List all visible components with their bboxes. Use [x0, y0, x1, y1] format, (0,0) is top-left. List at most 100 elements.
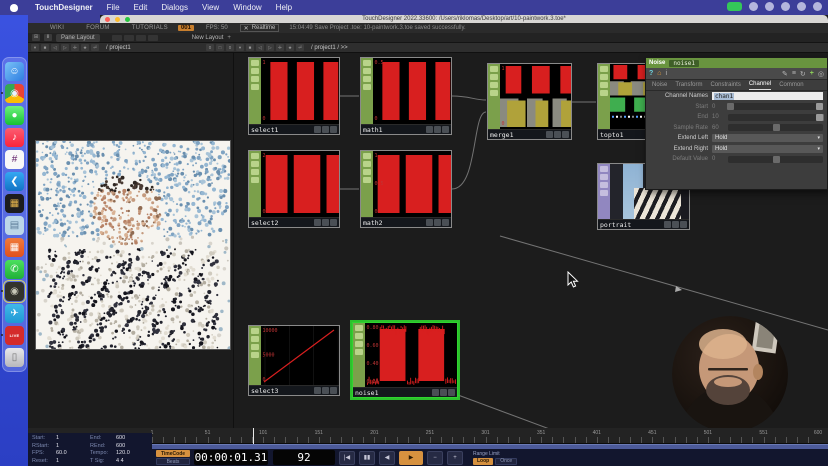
math1-viewer[interactable]: 0.50 — [373, 58, 451, 124]
realtime-toggle[interactable]: ✕ Realtime — [240, 24, 280, 32]
dock-finder[interactable]: ☺ — [5, 62, 24, 81]
bookmark-icon[interactable]: ★ — [286, 44, 294, 51]
dock-slack[interactable]: # — [5, 150, 24, 169]
save-layout-icon[interactable]: ⬇ — [44, 34, 52, 41]
user-icon[interactable] — [797, 2, 806, 11]
portrait-view-icon[interactable] — [664, 221, 671, 228]
pane-stop-icon[interactable]: ■ — [246, 44, 254, 51]
menu-dialogs[interactable]: Dialogs — [154, 3, 195, 12]
loop-button[interactable]: Loop — [473, 458, 493, 465]
select1-view-icon[interactable] — [314, 126, 321, 133]
param-dropdown[interactable]: Hold▾ — [712, 145, 823, 153]
target-icon[interactable]: ◎ — [818, 70, 824, 78]
noise1-expand-icon[interactable] — [448, 389, 455, 396]
math2-flags[interactable] — [361, 151, 373, 217]
param-slider[interactable] — [728, 114, 823, 121]
dock-grid-app-orange[interactable]: ▦ — [5, 238, 24, 257]
param-value[interactable]: 10 — [712, 114, 728, 120]
pane-path-right[interactable]: / project1 / >> — [311, 45, 348, 51]
menu-touchdesigner[interactable]: TouchDesigner — [28, 3, 100, 12]
play-reverse-button[interactable]: ◀ — [379, 451, 395, 465]
parameter-dialog-titlebar[interactable]: Noise noise1 — [646, 58, 827, 68]
nav-fwd-icon[interactable]: ▷ — [266, 44, 274, 51]
noise1-flags[interactable] — [353, 323, 365, 387]
split-pane-icon[interactable]: □ — [216, 44, 224, 51]
node-select1[interactable]: 10select1 — [248, 57, 340, 135]
nav-fwd-icon[interactable]: ▷ — [61, 44, 69, 51]
enter-icon[interactable]: ⏎ — [296, 44, 304, 51]
dock-chrome[interactable]: ◉ — [5, 84, 24, 103]
math1-view-icon[interactable] — [426, 126, 433, 133]
merge1-lock-icon[interactable] — [554, 131, 561, 138]
select2-lock-icon[interactable] — [322, 219, 329, 226]
node-merge1[interactable]: 10merge1 — [487, 63, 572, 140]
timeline-field-value[interactable]: 4 4 — [116, 458, 124, 464]
screen-recording-indicator-icon[interactable] — [727, 2, 742, 11]
tutorials-link[interactable]: TUTORIALS — [132, 25, 168, 31]
network-editor[interactable]: 10select10.50math110merge1topto120select… — [28, 53, 828, 428]
split-count-box2[interactable]: 0 — [226, 44, 234, 51]
step-back-button[interactable]: − — [427, 451, 443, 465]
param-tab-constraints[interactable]: Constraints — [710, 82, 740, 90]
parameter-dialog[interactable]: Noise noise1 ?⌂i✎≡↻+◎ NoiseTransformCons… — [645, 57, 828, 190]
select1-expand-icon[interactable] — [330, 126, 337, 133]
portrait-lock-icon[interactable] — [672, 221, 679, 228]
menu-window[interactable]: Window — [226, 3, 268, 12]
portrait-expand-icon[interactable] — [680, 221, 687, 228]
step-forward-button[interactable]: + — [447, 451, 463, 465]
timecode-mode-button[interactable]: TimeCode — [156, 450, 190, 457]
dock-telegram[interactable]: ✈ — [5, 304, 24, 323]
dock-vscode[interactable]: ❮ — [5, 172, 24, 191]
dock-messages[interactable]: ● — [5, 106, 24, 125]
dock-touchdesigner[interactable]: ◉ — [5, 282, 24, 301]
select1-viewer[interactable]: 10 — [261, 58, 339, 124]
select2-flags[interactable] — [249, 151, 261, 217]
grid-layout-icon[interactable]: ⊞ — [32, 34, 40, 41]
menu-help[interactable]: Help — [269, 3, 299, 12]
merge1-view-icon[interactable] — [546, 131, 553, 138]
pane-path-left[interactable]: / project1 — [106, 45, 131, 51]
dock-dark-grid-app[interactable]: ▦ — [5, 194, 24, 213]
camera-icon[interactable] — [749, 2, 758, 11]
dock-music[interactable]: ♪ — [5, 128, 24, 147]
bookmark-icon[interactable]: ★ — [81, 44, 89, 51]
node-math1[interactable]: 0.50math1 — [360, 57, 452, 135]
enter-icon[interactable]: ⏎ — [91, 44, 99, 51]
timeline-field-value[interactable]: 600 — [116, 443, 125, 449]
edit-icon[interactable]: ✎ — [782, 70, 788, 78]
param-value[interactable]: 0 — [712, 156, 728, 162]
dock-preview-app[interactable]: ▤ — [5, 216, 24, 235]
nav-back-icon[interactable]: ◁ — [51, 44, 59, 51]
param-value[interactable]: 0 — [712, 104, 728, 110]
param-slider[interactable] — [728, 103, 823, 110]
node-select2[interactable]: 20select2 — [248, 150, 340, 228]
param-slider[interactable] — [728, 156, 823, 163]
home-icon[interactable]: ⌂ — [657, 70, 661, 77]
math1-expand-icon[interactable] — [442, 126, 449, 133]
split-count-box[interactable]: 0 — [206, 44, 214, 51]
select2-view-icon[interactable] — [314, 219, 321, 226]
merge1-flags[interactable] — [488, 64, 500, 129]
param-tab-transform[interactable]: Transform — [675, 82, 702, 90]
refresh-icon[interactable]: ↻ — [800, 70, 806, 78]
once-button[interactable]: Once — [495, 458, 517, 465]
pane-stop-icon[interactable]: ■ — [41, 44, 49, 51]
dock-live-stream[interactable]: LIVE — [5, 326, 24, 345]
timeline-field-value[interactable]: 60.0 — [56, 450, 82, 456]
layout-tabs[interactable] — [112, 35, 158, 41]
param-value[interactable]: 60 — [712, 125, 728, 131]
select2-viewer[interactable]: 20 — [261, 151, 339, 217]
math2-expand-icon[interactable] — [442, 219, 449, 226]
noise1-view-icon[interactable] — [432, 389, 439, 396]
add-layout-button[interactable]: + — [227, 35, 231, 41]
beats-mode-button[interactable]: Beats — [156, 458, 190, 465]
math2-view-icon[interactable] — [426, 219, 433, 226]
clock-icon[interactable] — [813, 2, 822, 11]
select3-flags[interactable] — [249, 326, 261, 385]
select3-expand-icon[interactable] — [330, 387, 337, 394]
nav-back-icon[interactable]: ◁ — [256, 44, 264, 51]
play-button[interactable]: ▶ — [399, 451, 423, 465]
nav-add-icon[interactable]: ✛ — [276, 44, 284, 51]
wiki-link[interactable]: WIKI — [50, 25, 64, 31]
topto1-flags[interactable] — [598, 64, 610, 129]
